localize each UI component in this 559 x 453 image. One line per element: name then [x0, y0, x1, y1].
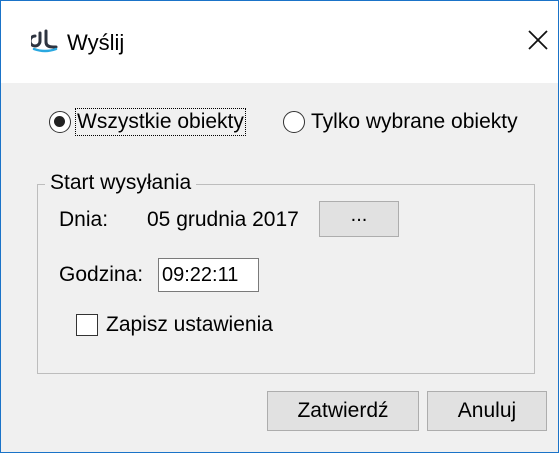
close-icon[interactable] — [525, 27, 551, 53]
window-title: Wyślij — [67, 30, 125, 55]
radio-selected-objects[interactable]: Tylko wybrane obiekty — [283, 107, 518, 137]
time-input[interactable] — [158, 258, 259, 292]
radio-button-checked[interactable] — [49, 111, 71, 133]
send-dialog: Wyślij Wszystkie obiekty Tylko wybrane o… — [0, 0, 559, 453]
time-label: Godzina: — [59, 263, 144, 286]
confirm-button[interactable]: Zatwierdź — [267, 391, 419, 431]
title-bar: Wyślij — [1, 1, 558, 83]
save-settings-label: Zapisz ustawienia — [106, 313, 273, 336]
radio-all-objects[interactable]: Wszystkie obiekty — [49, 107, 246, 137]
radio-all-objects-label: Wszystkie obiekty — [75, 108, 246, 136]
radio-button-unchecked[interactable] — [283, 111, 305, 133]
start-group-label: Start wysyłania — [45, 171, 197, 195]
cancel-button[interactable]: Anuluj — [427, 391, 547, 431]
date-picker-button[interactable]: ... — [319, 201, 399, 237]
save-settings-checkbox[interactable] — [76, 314, 98, 336]
day-label: Dnia: — [59, 208, 109, 231]
day-value: 05 grudnia 2017 — [147, 208, 299, 231]
dl-logo-icon — [31, 29, 58, 53]
dialog-body: Wszystkie obiekty Tylko wybrane obiekty … — [1, 83, 558, 452]
radio-selected-objects-label: Tylko wybrane obiekty — [311, 110, 518, 133]
